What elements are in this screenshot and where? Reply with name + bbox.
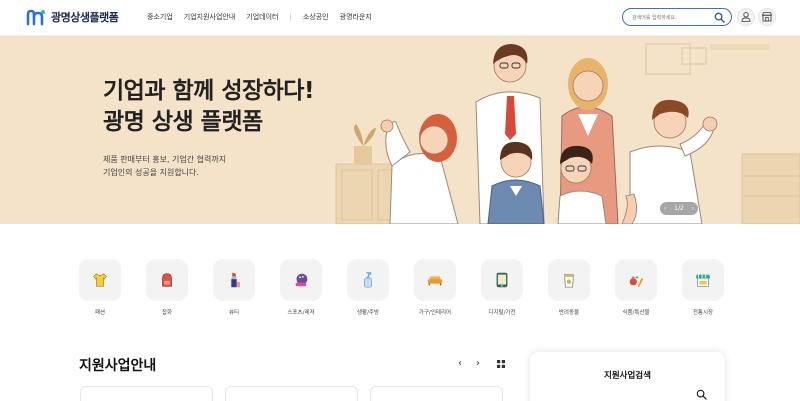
hero-subtitle: 제품 판매부터 홍보, 기업간 협력까지 기업인의 성공을 지원합니다. — [103, 153, 226, 179]
market-stall-icon — [695, 274, 711, 287]
category-list: 패션 잡화 뷰티 스포츠/레저 생활/주방 가구/인테리어 디지털/가전 반려동… — [79, 259, 724, 316]
hero-title: 기업과 함께 성장하다! 광명 상생 플랫폼 — [103, 76, 314, 138]
support-carousel-arrows: ‹ › — [458, 358, 480, 369]
search-input[interactable] — [632, 12, 712, 23]
nav-item-support-programs[interactable]: 기업지원사업안내 — [184, 12, 236, 22]
logo-text: 광명상생플랫폼 — [51, 11, 119, 24]
logo[interactable]: 광명상생플랫폼 — [26, 8, 119, 26]
support-search-panel: 지원사업검색 — [530, 352, 725, 401]
hero-title-line-2: 광명 상생 플랫폼 — [103, 109, 263, 135]
category-label: 패션 — [94, 310, 106, 316]
store-icon — [761, 12, 773, 22]
backpack-icon — [162, 273, 172, 287]
category-icon-box — [414, 259, 456, 301]
category-icon-box — [615, 259, 657, 301]
search-icon[interactable] — [696, 389, 707, 400]
tshirt-icon — [93, 273, 107, 287]
category-label: 잡화 — [161, 310, 173, 316]
prev-arrow-icon[interactable]: ‹ — [458, 358, 462, 369]
category-icon-box — [213, 259, 255, 301]
search-icon[interactable] — [714, 12, 725, 23]
category-icon-box — [146, 259, 188, 301]
support-card[interactable] — [80, 386, 213, 401]
category-icon-box — [682, 259, 724, 301]
user-icon — [741, 12, 751, 22]
category-item-goods[interactable]: 잡화 — [146, 259, 188, 316]
category-icon-box — [548, 259, 590, 301]
site-header: 광명상생플랫폼 중소기업 기업지원사업안내 기업데이터 | 소상공인 광명라운지 — [0, 0, 800, 36]
user-button[interactable] — [737, 8, 755, 26]
category-item-food[interactable]: 식품/특산물 — [615, 259, 657, 316]
category-item-living[interactable]: 생활/주방 — [347, 259, 389, 316]
next-arrow-icon[interactable]: › — [476, 358, 480, 369]
hero-pager[interactable]: ‹ 1/2 › — [660, 202, 698, 215]
store-button[interactable] — [758, 8, 776, 26]
pump-bottle-icon — [364, 272, 372, 288]
category-item-furniture[interactable]: 가구/인테리어 — [414, 259, 456, 316]
category-icon-box — [347, 259, 389, 301]
pet-food-icon — [564, 274, 574, 288]
hero-illustration — [330, 36, 800, 224]
category-item-market[interactable]: 전통시장 — [682, 259, 724, 316]
sofa-icon — [427, 276, 443, 286]
tablet-icon — [496, 272, 508, 288]
category-icon-box — [79, 259, 121, 301]
pager-prev-icon[interactable]: ‹ — [664, 205, 666, 212]
category-icon-box — [481, 259, 523, 301]
category-label: 반려동물 — [558, 310, 580, 316]
nav-separator: | — [289, 13, 292, 21]
grid-view-icon[interactable] — [497, 360, 505, 368]
nav-item-sme[interactable]: 중소기업 — [147, 12, 173, 22]
bowling-icon — [295, 273, 308, 287]
hero-title-line-1: 기업과 함께 성장하다! — [103, 78, 314, 104]
category-label: 디지털/가전 — [488, 310, 516, 316]
category-icon-box — [280, 259, 322, 301]
category-label: 식품/특산물 — [622, 310, 650, 316]
category-label: 생활/주방 — [356, 310, 380, 316]
category-label: 전통시장 — [692, 310, 714, 316]
hero-subtitle-line-1: 제품 판매부터 홍보, 기업간 협력까지 — [103, 155, 227, 164]
main-nav: 중소기업 기업지원사업안내 기업데이터 | 소상공인 광명라운지 — [147, 12, 372, 22]
category-item-sports[interactable]: 스포츠/레저 — [280, 259, 322, 316]
lipstick-icon — [231, 272, 240, 288]
support-search-title: 지원사업검색 — [604, 371, 651, 381]
hero-subtitle-line-2: 기업인의 성공을 지원합니다. — [103, 168, 199, 177]
search-box — [622, 8, 732, 26]
pager-next-icon[interactable]: › — [692, 205, 694, 212]
category-item-fashion[interactable]: 패션 — [79, 259, 121, 316]
nav-item-lounge[interactable]: 광명라운지 — [340, 12, 372, 22]
category-label: 스포츠/레저 — [287, 310, 315, 316]
support-section-title: 지원사업안내 — [79, 358, 157, 374]
category-item-digital[interactable]: 디지털/가전 — [481, 259, 523, 316]
category-label: 가구/인테리어 — [418, 310, 452, 316]
category-label: 뷰티 — [228, 310, 240, 316]
hero-banner[interactable]: 기업과 함께 성장하다! 광명 상생 플랫폼 제품 판매부터 홍보, 기업간 협… — [0, 36, 800, 224]
nav-item-small-business[interactable]: 소상공인 — [303, 12, 329, 22]
support-card[interactable] — [370, 386, 503, 401]
logo-icon — [26, 9, 45, 26]
category-item-beauty[interactable]: 뷰티 — [213, 259, 255, 316]
nav-item-company-data[interactable]: 기업데이터 — [246, 12, 278, 22]
support-card[interactable] — [225, 386, 358, 401]
pager-indicator: 1/2 — [674, 205, 684, 212]
category-item-pets[interactable]: 반려동물 — [548, 259, 590, 316]
vegetables-icon — [629, 276, 644, 288]
